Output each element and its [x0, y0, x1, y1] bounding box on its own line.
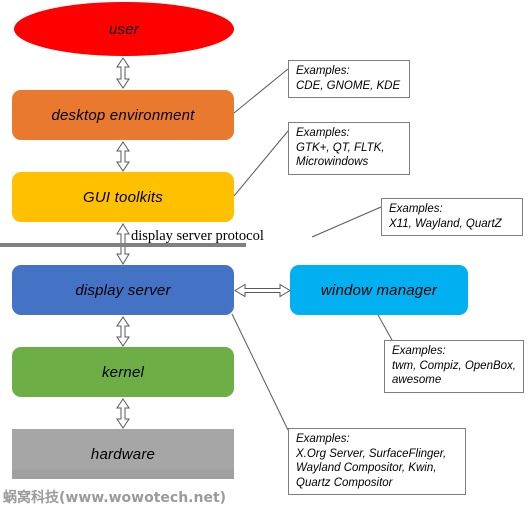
arrow-desktop-environment-to-gui-toolkits-icon	[115, 141, 131, 172]
display-server-protocol-label: display server protocol	[131, 228, 264, 244]
arrow-kernel-to-hardware-icon	[115, 398, 131, 429]
shape-gui-toolkits[interactable]: GUI toolkits	[12, 172, 234, 222]
callout-gui-toolkits-examples: Examples: GTK+, QT, FLTK, Microwindows	[288, 122, 410, 175]
shape-desktop-environment[interactable]: desktop environment	[12, 90, 234, 140]
callout-display-server-examples: Examples: X.Org Server, SurfaceFlinger, …	[288, 428, 466, 495]
callout-window-manager-examples: Examples: twm, Compiz, OpenBox, awesome	[384, 340, 524, 393]
shape-hardware-label: hardware	[90, 445, 156, 463]
shape-kernel[interactable]: kernel	[12, 347, 234, 397]
arrow-user-to-desktop-environment-icon	[115, 57, 131, 89]
shape-window-manager[interactable]: window manager	[290, 265, 468, 315]
leader-line-display-server	[231, 313, 289, 431]
shape-user-label: user	[109, 20, 139, 38]
leader-line-desktop-environment	[233, 68, 289, 114]
shape-kernel-label: kernel	[101, 363, 145, 381]
shape-desktop-environment-label: desktop environment	[51, 106, 195, 124]
leader-line-gui-toolkits	[233, 130, 289, 197]
leader-line-window-manager	[377, 314, 393, 341]
shape-display-server-label: display server	[75, 281, 171, 299]
shape-display-server[interactable]: display server	[12, 265, 234, 315]
arrow-display-server-to-window-manager-icon	[234, 282, 291, 299]
arrow-display-server-to-kernel-icon	[115, 316, 131, 347]
callout-desktop-environment-examples: Examples: CDE, GNOME, KDE	[288, 60, 410, 98]
shape-user[interactable]: user	[14, 2, 234, 56]
callout-display-server-protocol-examples: Examples: X11, Wayland, QuartZ	[381, 198, 523, 236]
watermark: 蜗窝科技(www.wowotech.net)	[3, 490, 227, 506]
leader-line-protocol	[311, 206, 382, 238]
shape-window-manager-label: window manager	[320, 281, 438, 299]
shape-hardware[interactable]: hardware	[12, 429, 234, 479]
shape-gui-toolkits-label: GUI toolkits	[83, 188, 163, 206]
diagram-canvas: user desktop environment GUI toolkits di…	[0, 0, 528, 508]
